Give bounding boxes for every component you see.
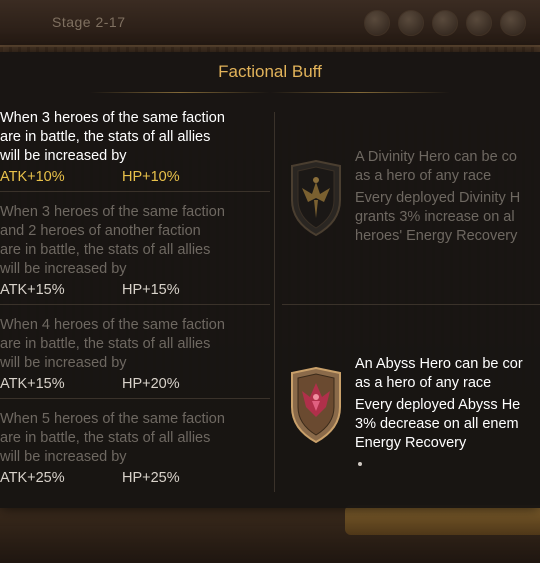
tier-description-line: will be increased by [0, 355, 127, 371]
title-divider-right [270, 92, 450, 93]
tier-description-line: When 4 heroes of the same faction [0, 317, 225, 333]
abyss-text-line: as a hero of any race [355, 375, 492, 391]
tier-description-line: will be increased by [0, 148, 127, 164]
panel-title: Factional Buff [218, 62, 322, 81]
menu-icon[interactable] [364, 10, 390, 36]
atk-bonus: ATK+10% [0, 169, 65, 185]
tier-description-line: When 3 heroes of the same faction [0, 110, 225, 126]
title-divider-left [90, 92, 270, 93]
divinity-text-line: A Divinity Hero can be co [355, 149, 517, 165]
bottom-action-button[interactable] [345, 505, 540, 535]
column-divider [274, 112, 275, 492]
hp-bonus: HP+10% [122, 169, 180, 185]
tier-description-line: When 5 heroes of the same faction [0, 411, 225, 427]
abyss-text-line: An Abyss Hero can be cor [355, 356, 523, 372]
divinity-text-line: heroes' Energy Recovery [355, 228, 518, 244]
top-bar: Stage 2-17 [0, 0, 540, 47]
hp-bonus: HP+15% [122, 282, 180, 298]
tier-stats: ATK+15% HP+20% [0, 376, 270, 398]
buff-tier-4: When 5 heroes of the same faction are in… [0, 410, 270, 492]
tier-description-line: are in battle, the stats of all allies [0, 242, 211, 258]
tier-description-line: and 2 heroes of another faction [0, 223, 201, 239]
bullet-dot [358, 462, 362, 466]
settings-icon[interactable] [466, 10, 492, 36]
tier-description-line: are in battle, the stats of all allies [0, 129, 211, 145]
atk-bonus: ATK+25% [0, 470, 65, 486]
abyss-shield-icon [291, 367, 341, 443]
chat-icon[interactable] [398, 10, 424, 36]
atk-bonus: ATK+15% [0, 376, 65, 392]
buff-tier-3: When 4 heroes of the same faction are in… [0, 316, 270, 399]
top-icons [364, 10, 526, 36]
divinity-shield-icon [291, 160, 341, 236]
row-divider [282, 304, 540, 305]
atk-bonus: ATK+15% [0, 282, 65, 298]
tier-description-line: will be increased by [0, 261, 127, 277]
tier-description-line: are in battle, the stats of all allies [0, 336, 211, 352]
tier-stats: ATK+15% HP+15% [0, 282, 270, 304]
divinity-text-line: grants 3% increase on al [355, 209, 515, 225]
abyss-text-line: Energy Recovery [355, 435, 467, 451]
tier-description-line: When 3 heroes of the same faction [0, 204, 225, 220]
buff-tier-1: When 3 heroes of the same faction are in… [0, 109, 270, 192]
hp-bonus: HP+25% [122, 470, 180, 486]
divinity-text-line: Every deployed Divinity H [355, 190, 521, 206]
tier-stats: ATK+25% HP+25% [0, 470, 270, 492]
buff-tier-2: When 3 heroes of the same faction and 2 … [0, 203, 270, 305]
abyss-text-line: 3% decrease on all enem [355, 416, 519, 432]
abyss-text-line: Every deployed Abyss He [355, 397, 521, 413]
mail-icon[interactable] [432, 10, 458, 36]
tier-description-line: are in battle, the stats of all allies [0, 430, 211, 446]
hp-bonus: HP+20% [122, 376, 180, 392]
tier-description-line: will be increased by [0, 449, 127, 465]
gift-icon[interactable] [500, 10, 526, 36]
stage-label: Stage 2-17 [52, 14, 126, 30]
tier-stats: ATK+10% HP+10% [0, 169, 270, 191]
divinity-text-line: as a hero of any race [355, 168, 492, 184]
